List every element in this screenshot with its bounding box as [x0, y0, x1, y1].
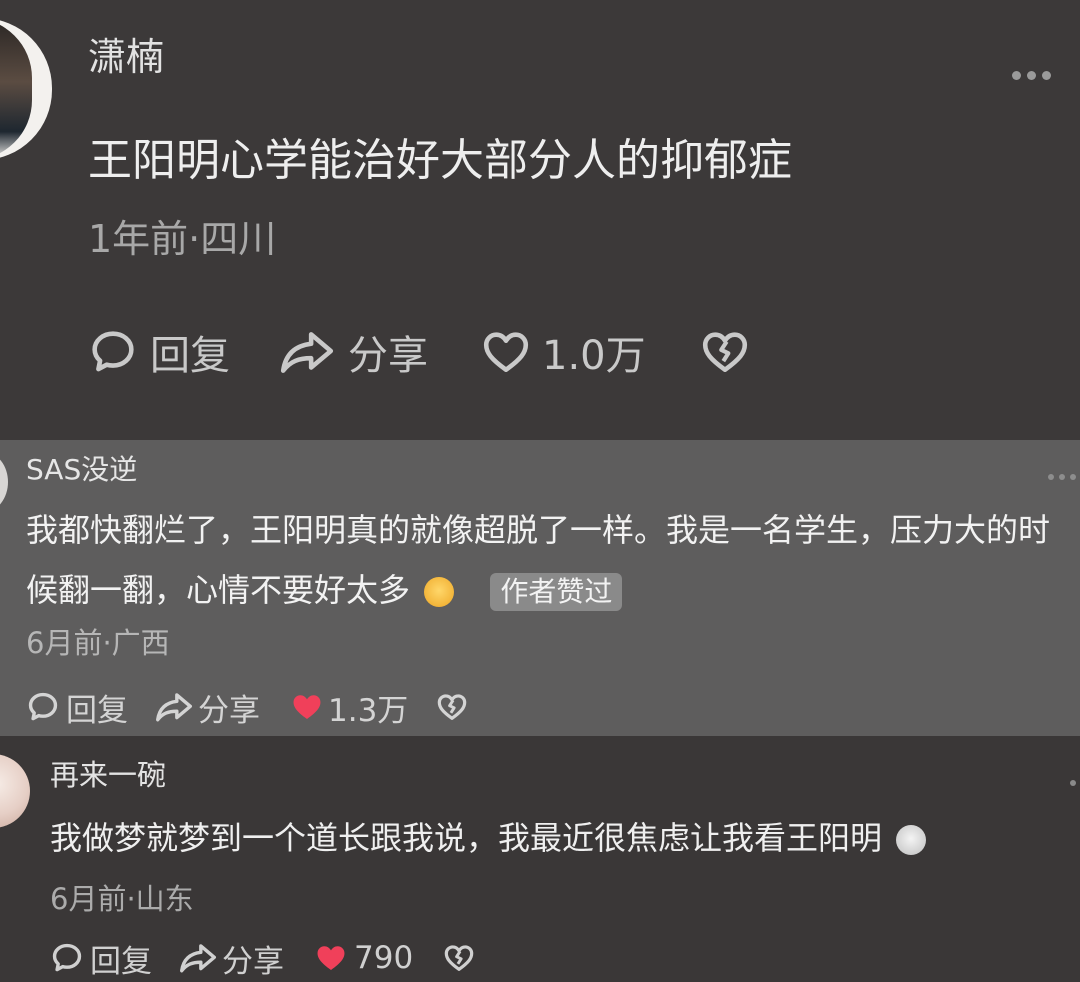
share-label: 分享	[348, 333, 428, 379]
heart-icon	[483, 332, 529, 372]
username[interactable]: 潇楠	[88, 26, 164, 81]
comment-bubble-icon	[52, 943, 82, 972]
share-label: 分享	[222, 943, 284, 980]
dislike-button[interactable]	[443, 942, 475, 974]
author-liked-badge: 作者赞过	[490, 573, 623, 611]
heart-filled-icon	[317, 946, 345, 971]
comment-actions: 回复 分享 790	[50, 936, 475, 980]
share-button[interactable]: 分享	[278, 323, 428, 381]
share-button[interactable]: 分享	[154, 685, 260, 730]
like-count: 1.3万	[328, 692, 409, 729]
like-button[interactable]: 790	[314, 940, 413, 976]
comment-actions: 回复 分享 1.3万	[26, 685, 468, 730]
reply-label: 回复	[150, 333, 230, 379]
comment-bubble-icon	[28, 692, 58, 721]
avatar[interactable]	[0, 452, 8, 512]
share-label: 分享	[198, 692, 260, 729]
comment-content: 我都快翻烂了，王阳明真的就像超脱了一样。我是一名学生，压力大的时候翻一翻，心情不…	[26, 500, 1080, 620]
post-meta: 1年前·四川	[88, 217, 277, 261]
dislike-button[interactable]	[436, 691, 468, 723]
dislike-button[interactable]	[700, 327, 750, 377]
reply-label: 回复	[66, 692, 128, 729]
username[interactable]: SAS没逆	[26, 448, 137, 488]
comment-text: 我做梦就梦到一个道长跟我说，我最近很焦虑让我看王阳明	[50, 819, 883, 857]
reply-button[interactable]: 回复	[50, 936, 152, 981]
username[interactable]: 再来一碗	[50, 752, 166, 794]
broken-heart-icon	[444, 945, 474, 971]
like-count: 790	[354, 940, 414, 976]
comment-item: SAS没逆 我都快翻烂了，王阳明真的就像超脱了一样。我是一名学生，压力大的时候翻…	[0, 440, 1080, 736]
share-arrow-icon	[156, 693, 192, 722]
post-actions: 回复 分享 1.0万	[88, 324, 750, 380]
post-card: 潇楠 王阳明心学能治好大部分人的抑郁症 1年前·四川 回复 分享 1.0万	[0, 0, 1080, 440]
more-options-icon[interactable]	[1048, 474, 1076, 480]
like-button[interactable]: 1.0万	[480, 323, 646, 381]
like-button[interactable]: 1.3万	[290, 685, 408, 730]
sweat-face-emoji-icon	[896, 825, 927, 855]
pleading-face-emoji-icon	[424, 577, 455, 607]
broken-heart-icon	[702, 332, 747, 372]
reply-button[interactable]: 回复	[26, 685, 128, 730]
heart-filled-icon	[293, 695, 321, 720]
comment-bubble-icon	[92, 331, 134, 372]
comment-meta: 6月前·山东	[50, 882, 194, 916]
more-options-icon[interactable]	[1012, 71, 1051, 80]
reply-button[interactable]: 回复	[88, 323, 230, 381]
share-arrow-icon	[280, 332, 334, 373]
avatar[interactable]	[0, 754, 30, 828]
avatar[interactable]	[0, 18, 52, 160]
share-arrow-icon	[180, 944, 216, 973]
share-button[interactable]: 分享	[178, 936, 284, 981]
comment-meta: 6月前·广西	[26, 626, 170, 660]
comment-content: 我做梦就梦到一个道长跟我说，我最近很焦虑让我看王阳明	[50, 810, 1080, 866]
like-count: 1.0万	[542, 333, 646, 379]
comment-item: 再来一碗 我做梦就梦到一个道长跟我说，我最近很焦虑让我看王阳明 6月前·山东 回…	[0, 736, 1080, 982]
reply-label: 回复	[90, 943, 152, 980]
broken-heart-icon	[438, 694, 467, 720]
post-content: 王阳明心学能治好大部分人的抑郁症	[88, 135, 792, 186]
more-options-icon[interactable]	[1070, 780, 1076, 786]
